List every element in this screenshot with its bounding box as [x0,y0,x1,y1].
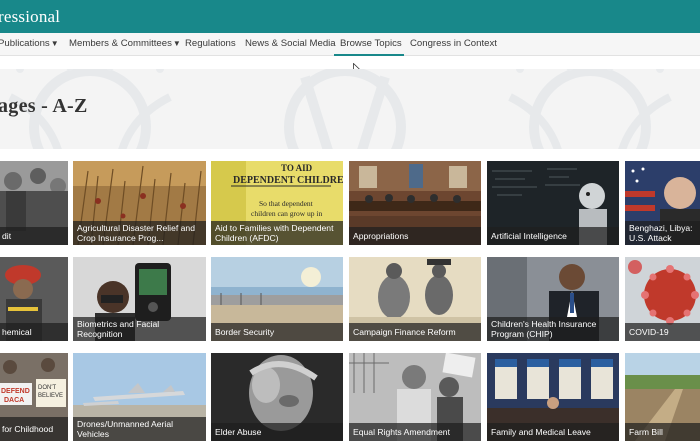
page-header-banner: ages - A-Z [0,69,700,149]
topic-grid: dit Agricultural Disaster Relief and Cro… [0,161,700,441]
poster-line-3: So that dependent [259,199,314,208]
topic-tile[interactable]: hemical [0,257,68,341]
topic-label: Border Security [211,323,343,341]
site-brand[interactable]: ressional [0,7,60,27]
chevron-down-icon: ▼ [172,39,181,48]
topic-label: dit [0,227,68,245]
topic-tile[interactable]: DEFEND DACA DON'T BELIEVE for Childhood [0,353,68,441]
topic-label: Elder Abuse [211,423,343,441]
topic-label: Children's Health Insurance Program (CHI… [487,317,619,341]
top-bar: ressional [0,0,700,33]
nav-publications[interactable]: Publications▼ [0,38,59,49]
sign-line-3: DON'T [38,385,56,391]
main-nav: Publications▼ Members & Committees▼ Regu… [0,33,700,56]
topic-tile[interactable]: Drones/Unmanned Aerial Vehicles [73,353,206,441]
sign-line-2: DACA [4,397,24,404]
topic-tile[interactable]: Family and Medical Leave [487,353,619,441]
topic-label: hemical [0,323,68,341]
topic-label: Family and Medical Leave [487,423,619,441]
poster-line-2: DEPENDENT CHILDREN [233,175,343,186]
poster-line-1: TO AID [281,163,313,173]
topic-tile[interactable]: Border Security [211,257,343,341]
topic-tile[interactable]: COVID-19 [625,257,700,341]
topic-label: for Childhood [0,417,68,441]
topic-tile[interactable]: Agricultural Disaster Relief and Crop In… [73,161,206,245]
topic-tile[interactable]: Benghazi, Libya: U.S. Attack [625,161,700,245]
topic-label: COVID-19 [625,323,700,341]
active-tab-indicator [334,54,404,56]
topic-tile[interactable]: Elder Abuse [211,353,343,441]
topic-tile[interactable]: dit [0,161,68,245]
topic-tile[interactable]: Farm Bill [625,353,700,441]
topic-tile[interactable]: Appropriations [349,161,481,245]
topic-tile[interactable]: Equal Rights Amendment [349,353,481,441]
nav-browse-topics[interactable]: Browse Topics [340,38,402,49]
nav-congress-in-context[interactable]: Congress in Context [410,38,497,49]
topic-tile[interactable]: Biometrics and Facial Recognition [73,257,206,341]
topic-label: Artificial Intelligence [487,227,619,245]
seal-watermark-icon [284,69,406,149]
seal-watermark-icon [508,69,672,149]
topic-label: Agricultural Disaster Relief and Crop In… [73,221,206,245]
topic-tile[interactable]: Campaign Finance Reform [349,257,481,341]
nav-members-committees[interactable]: Members & Committees▼ [69,38,181,49]
topic-tile[interactable]: TO AID DEPENDENT CHILDREN So that depend… [211,161,343,245]
topic-label: Drones/Unmanned Aerial Vehicles [73,417,206,441]
topic-label: Aid to Families with Dependent Children … [211,221,343,245]
topic-label: Benghazi, Libya: U.S. Attack [625,221,700,245]
nav-news-social-media[interactable]: News & Social Media [245,38,336,49]
sign-line-4: BELIEVE [38,393,63,399]
topic-label: Equal Rights Amendment [349,423,481,441]
topic-tile[interactable]: Children's Health Insurance Program (CHI… [487,257,619,341]
topic-label: Campaign Finance Reform [349,323,481,341]
topic-label: Farm Bill [625,423,700,441]
topic-tile[interactable]: Artificial Intelligence [487,161,619,245]
nav-regulations[interactable]: Regulations [185,38,236,49]
topic-label: Biometrics and Facial Recognition [73,317,206,341]
page-title: ages - A-Z [0,95,88,117]
topic-label: Appropriations [349,227,481,245]
sign-line-1: DEFEND [1,388,30,395]
chevron-down-icon: ▼ [50,39,59,48]
poster-line-4: children can grow up in [251,209,322,218]
